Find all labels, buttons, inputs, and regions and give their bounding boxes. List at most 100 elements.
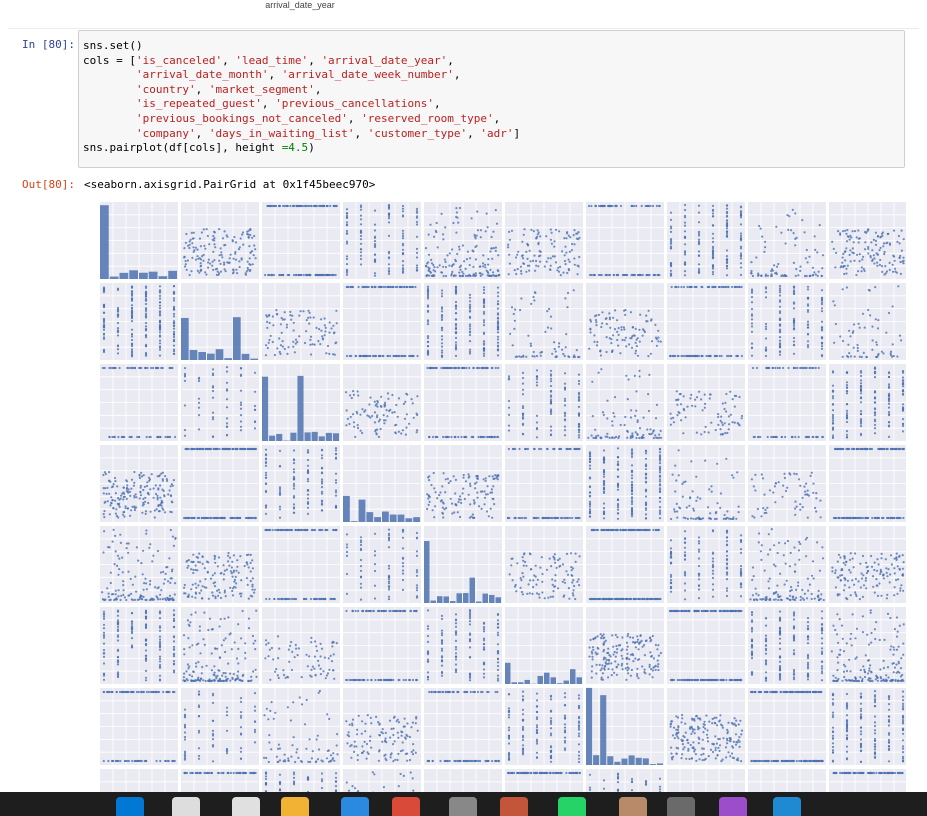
- code-line: 'arrival_date_month', 'arrival_date_week…: [135, 68, 461, 82]
- pairplot-panel: [100, 283, 178, 360]
- pairplot-panel: [424, 202, 502, 279]
- pairplot-panel: [829, 202, 906, 279]
- whatsapp-icon[interactable]: [558, 797, 586, 816]
- code-line: sns.set(): [83, 39, 143, 52]
- taskbar: [0, 792, 927, 816]
- pairplot-panel: [505, 202, 583, 279]
- pairplot-panel: [262, 688, 340, 765]
- pairplot-panel: [748, 283, 826, 360]
- pairplot-panel: [262, 769, 340, 792]
- pairplot-panel: [181, 688, 259, 765]
- pairplot-panel: [748, 445, 826, 522]
- pairplot-panel: [505, 607, 583, 684]
- pairplot-panel: [829, 688, 906, 765]
- pairplot-panel: [262, 283, 340, 360]
- pairplot-panel: [667, 283, 745, 360]
- pairplot-panel: [505, 283, 583, 360]
- pairplot-panel: [667, 607, 745, 684]
- file-icon[interactable]: [232, 797, 260, 816]
- pairplot-panel: [667, 769, 745, 792]
- pairplot-panel: [586, 445, 664, 522]
- divider: [8, 28, 919, 29]
- red-app-icon[interactable]: [392, 797, 420, 816]
- input-prompt: In [80]:: [22, 38, 75, 51]
- pairplot-panel: [829, 769, 906, 792]
- code-line: 'is_repeated_guest', 'previous_cancellat…: [135, 97, 441, 111]
- pairplot-panel: [100, 769, 178, 792]
- pairplot-panel: [343, 688, 421, 765]
- code-editor[interactable]: sns.set() cols = ['is_canceled', 'lead_ti…: [79, 31, 904, 156]
- pairplot-panel: [667, 526, 745, 603]
- pairplot-panel: [748, 526, 826, 603]
- pairplot-panel: [586, 202, 664, 279]
- code-cell-input[interactable]: sns.set() cols = ['is_canceled', 'lead_ti…: [78, 30, 905, 168]
- pairplot-panel: [748, 364, 826, 441]
- pairplot-panel: [181, 769, 259, 792]
- pairplot-panel: [424, 688, 502, 765]
- pairplot-panel: [667, 445, 745, 522]
- pairplot-panel: [829, 526, 906, 603]
- pairplot-svg: [100, 202, 906, 792]
- vscode-icon[interactable]: [773, 797, 801, 816]
- pairplot-panel: [343, 769, 421, 792]
- pairplot-panel: [424, 445, 502, 522]
- pairplot-panel: [505, 769, 583, 792]
- pairplot-panel: [262, 526, 340, 603]
- pairplot-panel: [100, 526, 178, 603]
- pairplot-panel: [748, 769, 826, 792]
- window-app-icon[interactable]: [449, 797, 477, 816]
- pairplot-panel: [505, 364, 583, 441]
- pairplot-panel: [100, 364, 178, 441]
- pairplot-panel: [343, 364, 421, 441]
- pairplot-panel: [586, 364, 664, 441]
- code-line: 'company', 'days_in_waiting_list', 'cust…: [135, 126, 521, 140]
- pairplot-panel: [262, 202, 340, 279]
- pairplot-panel: [424, 526, 502, 603]
- pairplot-panel: [829, 445, 906, 522]
- pairplot-panel: [586, 526, 664, 603]
- pairplot-panel: [262, 445, 340, 522]
- folder-icon[interactable]: [281, 797, 309, 816]
- code-line: sns.pairplot(df[cols], height =4.5): [83, 141, 315, 155]
- pairplot-panel: [505, 526, 583, 603]
- output-text: <seaborn.axisgrid.PairGrid at 0x1f45beec…: [84, 178, 376, 191]
- pairplot-panel: [343, 445, 421, 522]
- pairplot-panel: [424, 364, 502, 441]
- notes-icon[interactable]: [341, 797, 369, 816]
- pairplot-panel: [262, 364, 340, 441]
- pairplot-panel: [100, 445, 178, 522]
- code-line: 'country', 'market_segment',: [135, 82, 322, 96]
- pairplot-panel: [748, 607, 826, 684]
- pairplot-panel: [181, 283, 259, 360]
- pairplot-panel: [100, 688, 178, 765]
- settings-icon[interactable]: [500, 797, 528, 816]
- pairplot-panel: [829, 607, 906, 684]
- user-avatar-icon[interactable]: [619, 797, 647, 816]
- pairplot-panel: [343, 283, 421, 360]
- pairplot-panel: [667, 364, 745, 441]
- code-line: cols = ['is_canceled', 'lead_time', 'arr…: [83, 53, 454, 67]
- monitor-icon[interactable]: [667, 797, 695, 816]
- windows-start-icon[interactable]: [116, 797, 144, 816]
- code-line: 'previous_bookings_not_canceled', 'reser…: [135, 111, 501, 125]
- pairplot-panel: [424, 283, 502, 360]
- pairplot-panel: [181, 445, 259, 522]
- purple-app-icon[interactable]: [719, 797, 747, 816]
- pairplot-panel: [100, 202, 178, 279]
- pairplot-panel: [100, 607, 178, 684]
- pairplot-panel: [343, 607, 421, 684]
- pairplot-panel: [586, 769, 664, 792]
- output-prompt: Out[80]:: [22, 178, 75, 191]
- search-icon[interactable]: [172, 797, 200, 816]
- pairplot-panel: [181, 526, 259, 603]
- pairplot-panel: [262, 607, 340, 684]
- pairplot-panel: [748, 688, 826, 765]
- pairplot-panel: [343, 202, 421, 279]
- pairplot-panel: [829, 283, 906, 360]
- pairplot-panel: [586, 607, 664, 684]
- pairplot-panel: [424, 769, 502, 792]
- figure-axis-label-top: arrival_date_year: [265, 0, 335, 10]
- pairplot-panel: [667, 688, 745, 765]
- pairplot-panel: [343, 526, 421, 603]
- pairplot-panel: [424, 607, 502, 684]
